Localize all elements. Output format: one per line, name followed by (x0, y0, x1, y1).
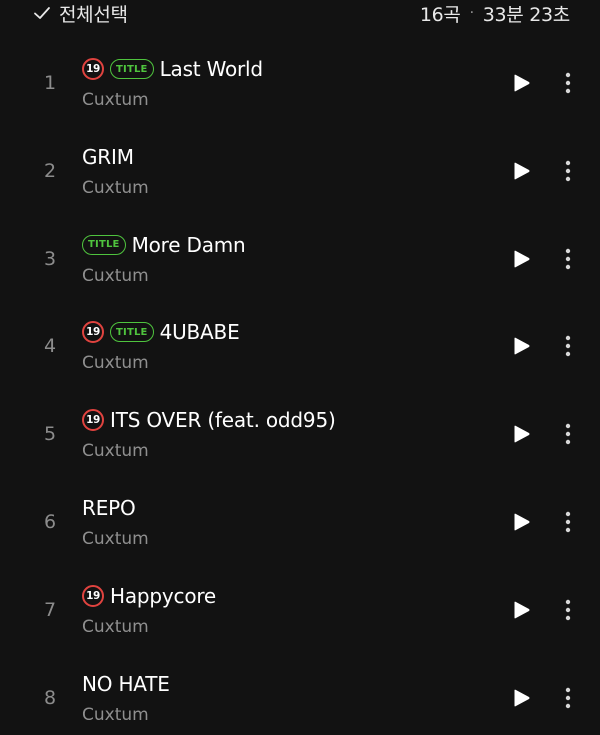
track-artist[interactable]: Cuxtum (82, 353, 149, 373)
total-duration: 33분 23초 (482, 3, 571, 26)
track-title: ITS OVER (feat. odd95) (110, 408, 336, 433)
track-title: 4UBABE (159, 320, 240, 345)
play-button[interactable] (506, 684, 538, 712)
explicit-19-badge: 19 (82, 584, 104, 607)
more-vertical-icon (565, 248, 571, 269)
track-artist[interactable]: Cuxtum (82, 441, 149, 461)
track-artist[interactable]: Cuxtum (82, 90, 149, 110)
list-header: 전체선택 16곡 · 33분 23초 (0, 0, 600, 26)
track-number: 2 (43, 159, 57, 182)
track-title-line: TITLE More Damn (82, 232, 246, 258)
play-button[interactable] (506, 157, 538, 185)
more-options-button[interactable] (556, 69, 580, 97)
track-title-line: GRIM (82, 144, 134, 170)
more-options-button[interactable] (556, 508, 580, 536)
play-icon (514, 250, 530, 267)
play-button[interactable] (506, 332, 538, 360)
track-title-line: NO HATE (82, 671, 170, 697)
play-icon (514, 74, 530, 92)
track-title-line: 19 TITLE 4UBABE (82, 319, 240, 345)
track-number: 8 (43, 686, 57, 709)
more-options-button[interactable] (556, 420, 580, 448)
explicit-19-badge: 19 (82, 409, 104, 432)
play-icon (514, 689, 530, 706)
play-icon (514, 601, 530, 619)
more-vertical-icon (565, 336, 571, 357)
track-number: 3 (43, 247, 57, 270)
more-vertical-icon (565, 160, 571, 181)
more-options-button[interactable] (556, 157, 580, 185)
track-title-line: 19 TITLE Last World (82, 56, 263, 82)
track-list: 1 19 TITLE Last World Cuxtum 2 GRIM Cuxt… (0, 40, 600, 735)
more-vertical-icon (565, 599, 571, 620)
play-icon (514, 513, 530, 531)
track-row-7[interactable]: 7 19 Happycore Cuxtum (0, 567, 600, 655)
summary-separator: · (469, 5, 474, 21)
more-vertical-icon (565, 511, 571, 533)
track-row-4[interactable]: 4 19 TITLE 4UBABE Cuxtum (0, 303, 600, 391)
play-button[interactable] (506, 245, 538, 273)
track-title: Last World (159, 57, 264, 81)
select-all-button[interactable]: 전체선택 (32, 0, 128, 26)
play-button[interactable] (506, 69, 538, 97)
explicit-19-badge: 19 (82, 321, 104, 344)
track-row-6[interactable]: 6 REPO Cuxtum (0, 479, 600, 567)
play-icon (514, 162, 530, 180)
track-artist[interactable]: Cuxtum (82, 266, 149, 286)
select-all-label: 전체선택 (59, 3, 128, 26)
track-row-2[interactable]: 2 GRIM Cuxtum (0, 128, 600, 216)
track-number: 6 (43, 510, 57, 533)
track-title-line: 19 Happycore (82, 583, 216, 609)
track-artist[interactable]: Cuxtum (82, 529, 149, 549)
track-title-line: 19 ITS OVER (feat. odd95) (82, 407, 336, 433)
track-row-5[interactable]: 5 19 ITS OVER (feat. odd95) Cuxtum (0, 391, 600, 479)
title-track-badge: TITLE (82, 234, 126, 255)
title-track-badge: TITLE (110, 322, 154, 343)
play-icon (514, 337, 530, 355)
track-number: 5 (43, 423, 57, 446)
track-title: NO HATE (82, 671, 170, 696)
more-options-button[interactable] (556, 245, 580, 273)
play-icon (514, 425, 530, 443)
track-title: REPO (82, 495, 136, 520)
track-row-8[interactable]: 8 NO HATE Cuxtum (0, 655, 600, 735)
track-title: More Damn (131, 232, 246, 257)
track-title: Happycore (110, 583, 217, 608)
check-icon (34, 7, 50, 19)
track-number: 1 (43, 72, 57, 94)
track-artist[interactable]: Cuxtum (82, 705, 149, 725)
title-track-badge: TITLE (110, 59, 154, 79)
track-number: 4 (43, 335, 57, 358)
play-button[interactable] (506, 420, 538, 448)
play-button[interactable] (506, 508, 538, 536)
track-row-3[interactable]: 3 TITLE More Damn Cuxtum (0, 216, 600, 304)
more-options-button[interactable] (556, 684, 580, 712)
track-list-screen: 전체선택 16곡 · 33분 23초 1 19 TITLE Last World… (0, 0, 600, 735)
more-options-button[interactable] (556, 332, 580, 360)
more-vertical-icon (565, 423, 571, 445)
track-row-1[interactable]: 1 19 TITLE Last World Cuxtum (0, 40, 600, 128)
track-title-line: REPO (82, 495, 136, 521)
track-artist[interactable]: Cuxtum (82, 178, 149, 198)
playlist-summary: 16곡 · 33분 23초 (420, 0, 570, 26)
track-number: 7 (43, 598, 57, 621)
play-button[interactable] (506, 596, 538, 624)
more-vertical-icon (565, 72, 571, 94)
track-title: GRIM (82, 144, 134, 169)
track-count: 16곡 (419, 3, 461, 26)
explicit-19-badge: 19 (82, 58, 104, 80)
more-vertical-icon (565, 687, 571, 708)
track-artist[interactable]: Cuxtum (82, 617, 149, 637)
more-options-button[interactable] (556, 596, 580, 624)
